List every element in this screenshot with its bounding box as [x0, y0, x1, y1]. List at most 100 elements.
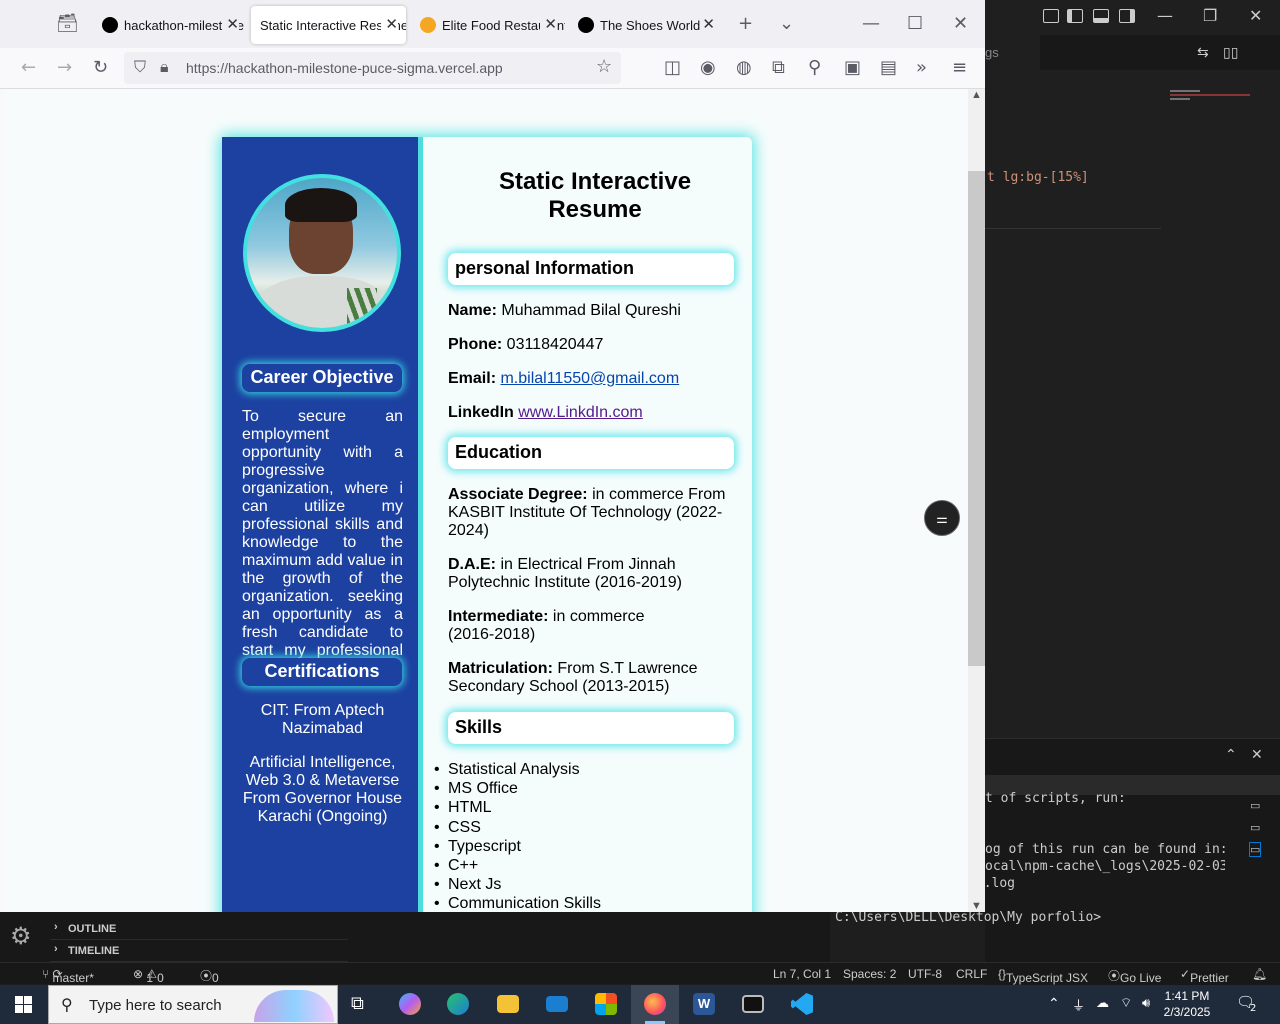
- maximize-panel-icon[interactable]: ⌃: [1225, 747, 1237, 763]
- task-view-button[interactable]: ⧉: [338, 985, 386, 1024]
- tab-elite-food[interactable]: Elite Food Restaurant ✕: [410, 6, 565, 44]
- page-scrollbar[interactable]: ▲ ▼: [968, 89, 985, 912]
- go-live-label: Go Live: [1120, 971, 1162, 985]
- tab-resume[interactable]: Static Interactive Resume ✕: [251, 6, 406, 44]
- pocket-icon[interactable]: ◫: [664, 58, 681, 78]
- branch-indicator[interactable]: ⑂ master* ⟳: [42, 967, 94, 985]
- globe-icon[interactable]: ◍: [736, 58, 752, 78]
- url-bar[interactable]: ⛉ 🔒︎ https://hackathon-milestone-puce-si…: [124, 52, 621, 84]
- close-panel-icon[interactable]: ✕: [1251, 747, 1263, 763]
- vscode-restore-button[interactable]: ❐: [1203, 6, 1217, 25]
- page-viewport[interactable]: Career Objective To secure an employment…: [6, 89, 968, 912]
- education-item: D.A.E: in Electrical From Jinnah Polytec…: [448, 556, 738, 592]
- close-tab-icon[interactable]: ✕: [540, 15, 557, 33]
- system-clock[interactable]: 1:41 PM 2/3/2025: [1152, 988, 1222, 1020]
- certification-item: CIT: From Aptech Nazimabad: [260, 702, 385, 737]
- scrollbar-thumb[interactable]: [968, 171, 985, 666]
- vscode-tabbar: gs ⇆ ▯▯: [985, 35, 1280, 70]
- terminal-icon[interactable]: [729, 985, 777, 1024]
- problems-indicator[interactable]: ⊗ 1 ⚠ 0: [133, 967, 164, 985]
- scroll-up-icon[interactable]: ▲: [971, 89, 982, 101]
- extensions-icon[interactable]: ⧉: [772, 58, 785, 78]
- firefox-icon[interactable]: [631, 985, 679, 1024]
- close-tab-icon[interactable]: ✕: [222, 15, 239, 33]
- terminal-cmd-icon[interactable]: ▭: [1250, 799, 1260, 812]
- career-objective-heading: Career Objective: [242, 364, 402, 392]
- layout-icon[interactable]: [1043, 9, 1059, 23]
- maximize-button[interactable]: ☐: [907, 14, 923, 34]
- vercel-icon: [102, 17, 118, 33]
- prettier-button[interactable]: ✓ Prettier: [1180, 967, 1229, 985]
- shield-icon[interactable]: ⛉: [134, 57, 146, 77]
- split-editor-icon[interactable]: ⇆: [1197, 44, 1209, 61]
- scroll-down-icon[interactable]: ▼: [971, 900, 982, 912]
- name-field: Name: Muhammad Bilal Qureshi: [448, 302, 738, 320]
- indentation[interactable]: Spaces: 2: [843, 967, 896, 981]
- ports-indicator[interactable]: ⦿ 0: [200, 967, 219, 985]
- cloud-icon[interactable]: ☁: [1096, 995, 1109, 1011]
- store-icon[interactable]: [582, 985, 630, 1024]
- terminal-active-icon[interactable]: ▭: [1248, 842, 1262, 857]
- code-editor[interactable]: t lg:bg-[15%]: [985, 70, 1280, 738]
- vscode-icon[interactable]: [778, 985, 826, 1024]
- floating-menu-button[interactable]: ⚌: [924, 500, 960, 536]
- usb-icon[interactable]: ⏚: [1072, 995, 1085, 1014]
- tab-shoes-world[interactable]: The Shoes World ✕: [568, 6, 723, 44]
- wifi-icon[interactable]: ⌔: [1120, 995, 1132, 1011]
- edge-icon[interactable]: [434, 985, 482, 1024]
- gear-icon[interactable]: ⚙: [10, 922, 32, 950]
- overflow-icon[interactable]: »: [916, 58, 927, 78]
- close-window-button[interactable]: ✕: [953, 14, 968, 34]
- mail-icon[interactable]: [533, 985, 581, 1024]
- notification-center[interactable]: 🗨︎ 2: [1236, 993, 1260, 1015]
- outline-section[interactable]: › OUTLINE: [50, 918, 348, 940]
- minimap[interactable]: [1170, 90, 1265, 110]
- cursor-position[interactable]: Ln 7, Col 1: [773, 967, 831, 981]
- toggle-sidebar-icon[interactable]: [1067, 9, 1083, 23]
- toggle-secondary-sidebar-icon[interactable]: [1119, 9, 1135, 23]
- linkedin-field: LinkedIn www.LinkdIn.com: [448, 404, 738, 422]
- linkedin-link[interactable]: www.LinkdIn.com: [518, 404, 643, 421]
- word-icon[interactable]: W: [680, 985, 728, 1024]
- search-icon[interactable]: ⚲: [808, 58, 821, 78]
- vscode-close-button[interactable]: ✕: [1249, 6, 1262, 25]
- close-tab-icon[interactable]: ✕: [381, 15, 398, 33]
- reload-icon[interactable]: ↻: [93, 58, 108, 78]
- line-ending[interactable]: CRLF: [956, 967, 987, 981]
- activity-bar: ⚙: [0, 912, 48, 962]
- go-live-button[interactable]: ⦿ Go Live: [1108, 967, 1161, 985]
- editor-tab[interactable]: gs: [985, 35, 1040, 70]
- bookmark-star-icon[interactable]: ☆: [596, 57, 612, 77]
- menu-icon[interactable]: ≡: [952, 58, 967, 78]
- timeline-section[interactable]: › TIMELINE: [50, 940, 348, 962]
- new-tab-button[interactable]: +: [738, 14, 753, 34]
- sidebar-icon[interactable]: ▤: [880, 58, 897, 78]
- url-text[interactable]: https://hackathon-milestone-puce-sigma.v…: [186, 60, 503, 76]
- split-view-icon[interactable]: ▯▯: [1223, 44, 1238, 61]
- file-explorer-icon[interactable]: [484, 985, 532, 1024]
- chevron-up-icon[interactable]: ⌃: [1048, 995, 1060, 1012]
- list-tabs-icon[interactable]: ⌄: [779, 14, 794, 34]
- language-mode[interactable]: {} TypeScript JSX: [998, 967, 1088, 985]
- volume-icon[interactable]: 🔊︎: [1142, 995, 1150, 1011]
- firefox-view-icon[interactable]: 🗃︎: [56, 14, 79, 34]
- minimize-button[interactable]: —: [862, 14, 880, 34]
- taskbar-search[interactable]: ⚲ Type here to search: [48, 985, 338, 1024]
- close-tab-icon[interactable]: ✕: [702, 15, 715, 33]
- back-icon[interactable]: ←: [21, 58, 36, 78]
- toggle-panel-icon[interactable]: [1093, 9, 1109, 23]
- start-button[interactable]: [0, 985, 48, 1024]
- terminal-powershell-icon[interactable]: ▭: [1250, 821, 1260, 834]
- forward-icon[interactable]: →: [57, 58, 72, 78]
- tab-hackathon[interactable]: hackathon-milestone ✕: [92, 6, 247, 44]
- email-link[interactable]: m.bilal11550@gmail.com: [500, 370, 679, 387]
- vscode-minimize-button[interactable]: —: [1157, 6, 1173, 25]
- degree-label: D.A.E:: [448, 556, 496, 573]
- folder-icon[interactable]: ▣: [844, 58, 861, 78]
- code-line: t lg:bg-[15%]: [987, 170, 1089, 185]
- copilot-icon[interactable]: [386, 985, 434, 1024]
- account-icon[interactable]: ◉: [700, 58, 716, 78]
- encoding[interactable]: UTF-8: [908, 967, 942, 981]
- bell-icon[interactable]: 🔔︎: [1252, 967, 1267, 981]
- lock-icon[interactable]: 🔒︎: [160, 57, 169, 77]
